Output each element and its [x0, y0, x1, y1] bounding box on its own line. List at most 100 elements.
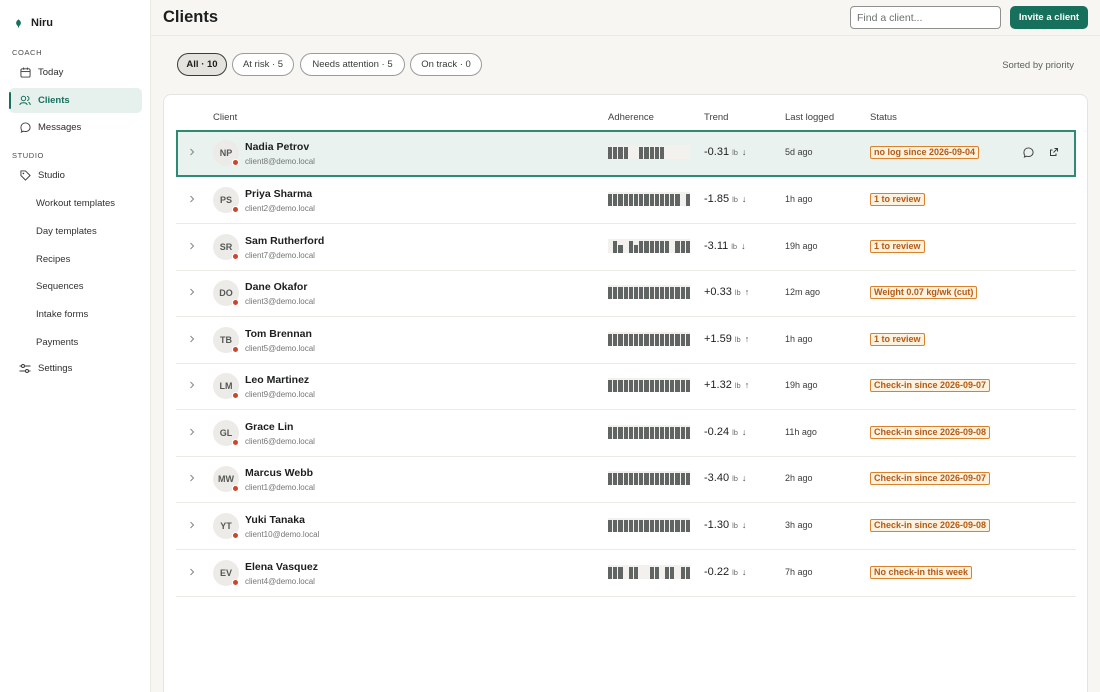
adherence-bar	[685, 287, 690, 299]
expand-chevron-icon[interactable]	[188, 427, 196, 437]
expand-chevron-icon[interactable]	[188, 287, 196, 297]
adherence-bar	[685, 427, 690, 439]
adherence-bar	[633, 287, 639, 299]
client-name[interactable]: Yuki Tanaka	[245, 514, 305, 526]
client-name[interactable]: Priya Sharma	[245, 188, 312, 200]
trend-value: -0.31 lb ↓	[704, 146, 746, 158]
table-row[interactable]: GL Grace Lin client6@demo.local -0.24 lb ↓ 11h…	[176, 410, 1076, 457]
table-row[interactable]: EV Elena Vasquez client4@demo.local -0.22 lb…	[176, 550, 1076, 597]
column-header-adherence[interactable]: Adherence	[608, 112, 654, 123]
adherence-bar	[654, 147, 659, 159]
table-row[interactable]: LM Leo Martinez client9@demo.local +1.32 lb ↑…	[176, 363, 1076, 410]
client-name[interactable]: Grace Lin	[245, 421, 293, 433]
client-name[interactable]: Tom Brennan	[245, 328, 312, 340]
sidebar-item-messages[interactable]: Messages	[9, 115, 142, 140]
table-row[interactable]: TB Tom Brennan client5@demo.local +1.59 lb ↑ 1…	[176, 317, 1076, 364]
sidebar-item-workout-templates[interactable]: Workout templates	[36, 198, 115, 209]
sidebar-item-studio[interactable]: Studio	[9, 163, 142, 188]
client-name[interactable]: Elena Vasquez	[245, 561, 318, 573]
sort-indicator[interactable]: Sorted by priority	[1002, 60, 1074, 71]
calendar-icon	[19, 67, 31, 79]
client-name[interactable]: Marcus Webb	[245, 467, 313, 479]
adherence-sparkline	[608, 285, 690, 299]
adherence-bar	[654, 194, 659, 206]
adherence-sparkline	[608, 332, 690, 346]
table-row[interactable]: SR Sam Rutherford client7@demo.local -3.11 l…	[176, 224, 1076, 271]
adherence-bar	[623, 427, 628, 439]
table-row[interactable]: YT Yuki Tanaka client10@demo.local -1.30 lb ↓…	[176, 503, 1076, 550]
sidebar-item-recipes[interactable]: Recipes	[36, 254, 70, 265]
column-header-client[interactable]: Client	[213, 112, 237, 123]
expand-chevron-icon[interactable]	[188, 334, 196, 344]
sidebar: Niru COACH Today Clients Messages STUDIO…	[0, 0, 151, 692]
trend-arrow-icon: ↑	[744, 287, 750, 297]
sidebar-item-day-templates[interactable]: Day templates	[36, 226, 97, 237]
table-row[interactable]: MW Marcus Webb client1@demo.local -3.40 lb ↓ 2…	[176, 456, 1076, 503]
sidebar-item-settings[interactable]: Settings	[9, 356, 142, 381]
page-title: Clients	[163, 8, 219, 26]
adherence-bar	[608, 427, 613, 439]
adherence-bar	[644, 473, 649, 485]
client-name[interactable]: Leo Martinez	[245, 374, 309, 386]
avatar-initials: NP	[219, 148, 233, 158]
adherence-bar	[654, 287, 659, 299]
trend-arrow-icon: ↓	[741, 473, 747, 483]
trend-unit: lb	[731, 242, 738, 251]
sidebar-item-intake-forms[interactable]: Intake forms	[36, 309, 88, 320]
expand-chevron-icon[interactable]	[188, 194, 196, 204]
adherence-bar	[680, 287, 685, 299]
table-row[interactable]: DO Dane Okafor client3@demo.local +0.33 lb ↑ 1…	[176, 270, 1076, 317]
adherence-bar	[670, 567, 675, 579]
adherence-bar	[654, 520, 659, 532]
expand-chevron-icon[interactable]	[188, 380, 196, 390]
filter-chip-on-track[interactable]: On track · 0	[410, 53, 482, 76]
leaf-logo-icon	[16, 19, 21, 28]
adherence-bar	[675, 520, 680, 532]
adherence-bar	[675, 287, 680, 299]
adherence-bar	[644, 241, 649, 253]
filter-chip-needs-attention[interactable]: Needs attention · 5	[300, 53, 405, 76]
client-email: client4@demo.local	[245, 577, 315, 586]
last-logged: 7h ago	[785, 567, 813, 577]
expand-chevron-icon[interactable]	[188, 473, 196, 483]
sidebar-item-sequences[interactable]: Sequences	[36, 281, 84, 292]
column-header-last-logged[interactable]: Last logged	[785, 112, 834, 123]
trend-number: -1.85	[704, 193, 730, 205]
adherence-bar	[685, 473, 690, 485]
table-row[interactable]: NP Nadia Petrov client8@demo.local -0.31 lb ↓…	[176, 130, 1076, 177]
client-name[interactable]: Nadia Petrov	[245, 141, 309, 153]
adherence-bar	[675, 427, 680, 439]
adherence-bar	[685, 194, 690, 206]
search-input[interactable]	[850, 6, 1001, 29]
trend-number: +1.59	[704, 333, 732, 345]
invite-client-button[interactable]: Invite a client	[1010, 6, 1088, 29]
adherence-bar	[639, 427, 644, 439]
expand-chevron-icon[interactable]	[188, 567, 196, 577]
adherence-bar	[639, 287, 644, 299]
adherence-bar	[623, 334, 628, 346]
sidebar-item-payments[interactable]: Payments	[36, 337, 78, 348]
brand[interactable]: Niru	[14, 17, 53, 29]
column-header-status[interactable]: Status	[870, 112, 897, 123]
status-dot	[232, 159, 239, 166]
adherence-bar	[633, 380, 639, 392]
filter-chip-all[interactable]: All · 10	[177, 53, 227, 76]
adherence-bar	[618, 380, 623, 392]
adherence-bar	[618, 567, 623, 579]
client-name[interactable]: Dane Okafor	[245, 281, 307, 293]
table-row[interactable]: PS Priya Sharma client2@demo.local -1.85 lb ↓…	[176, 177, 1076, 224]
sidebar-item-clients[interactable]: Clients	[9, 88, 142, 113]
open-external-icon[interactable]	[1049, 147, 1061, 159]
column-header-trend[interactable]: Trend	[704, 112, 728, 123]
users-icon	[19, 95, 31, 107]
adherence-bar	[618, 194, 623, 206]
expand-chevron-icon[interactable]	[188, 147, 196, 157]
client-name[interactable]: Sam Rutherford	[245, 235, 324, 247]
trend-arrow-icon: ↑	[744, 380, 750, 390]
filter-chip-at-risk[interactable]: At risk · 5	[232, 53, 294, 76]
expand-chevron-icon[interactable]	[188, 520, 196, 530]
trend-value: +1.32 lb ↑	[704, 379, 749, 391]
message-client-icon[interactable]	[1023, 147, 1035, 159]
expand-chevron-icon[interactable]	[188, 241, 196, 251]
sidebar-item-today[interactable]: Today	[9, 60, 142, 85]
